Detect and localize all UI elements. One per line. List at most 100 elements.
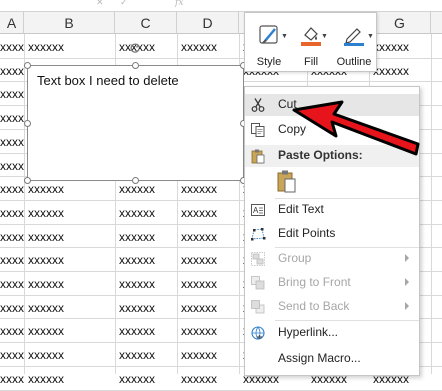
cell-value[interactable]: xxxxxx: [181, 40, 217, 54]
cell-value[interactable]: xxxxxx: [0, 64, 24, 78]
cell-value[interactable]: xxxxxx: [181, 230, 217, 244]
cell-value[interactable]: xxxxxx: [119, 206, 155, 220]
column-header-c[interactable]: C: [115, 12, 177, 34]
cell-value[interactable]: xxxxxx: [28, 40, 64, 54]
cell-value[interactable]: xxxxxx: [119, 230, 155, 244]
cell-value[interactable]: xxxxxx: [28, 277, 64, 291]
cell-value[interactable]: xxxxxx: [181, 277, 217, 291]
enter-icon[interactable]: ✓: [120, 0, 128, 8]
text-box[interactable]: Text box I need to delete: [27, 65, 244, 181]
submenu-arrow-icon: [405, 254, 409, 262]
copy-icon: [251, 123, 265, 137]
resize-handle[interactable]: [24, 62, 31, 69]
cell-value[interactable]: xxxxxx: [0, 324, 24, 338]
menu-item-group[interactable]: Group: [245, 248, 419, 270]
cell-value[interactable]: xxxxxx: [181, 301, 217, 315]
cancel-icon[interactable]: ✕: [96, 0, 104, 8]
group-icon: [251, 252, 265, 266]
cell-value[interactable]: xxxxxx: [181, 372, 217, 386]
menu-item-assign-macro[interactable]: Assign Macro...: [245, 348, 419, 370]
cell-value[interactable]: xxxxxx: [28, 253, 64, 267]
style-label: Style: [256, 56, 282, 68]
mini-toolbar: ▼ Style ▼ Fill ▼ Outline: [244, 12, 377, 72]
menu-item-send-to-back[interactable]: Send to Back: [245, 296, 419, 318]
column-header-d[interactable]: D: [177, 12, 239, 34]
cell-value[interactable]: xxxxxx: [119, 348, 155, 362]
rotate-handle-icon[interactable]: [129, 42, 141, 54]
cell-value[interactable]: xxxxxx: [0, 348, 24, 362]
clipboard-icon: [251, 149, 265, 164]
cell-value[interactable]: xxxxxx: [181, 206, 217, 220]
cell-value[interactable]: xxxxxx: [28, 301, 64, 315]
paste-clipboard-icon[interactable]: [275, 169, 299, 195]
cell-value[interactable]: xxxxxx: [28, 206, 64, 220]
cell-value[interactable]: xxxxxx: [0, 253, 24, 267]
cell-value[interactable]: xxxxxx: [0, 301, 24, 315]
cell-value[interactable]: xxxxxx: [0, 111, 24, 125]
cell-value[interactable]: xxxxxx: [119, 277, 155, 291]
formula-bar-controls: ✕ ✓ fx: [88, 0, 198, 10]
menu-item-bring-to-front[interactable]: Bring to Front: [245, 272, 419, 294]
cell-value[interactable]: xxxxxx: [119, 301, 155, 315]
fill-label: Fill: [303, 56, 319, 68]
resize-handle[interactable]: [24, 177, 31, 184]
function-icon[interactable]: fx: [175, 0, 183, 8]
menu-item-label: Edit Text: [278, 202, 324, 216]
menu-item-edit-text[interactable]: A Edit Text: [245, 199, 419, 221]
cell-value[interactable]: xxxxxx: [119, 253, 155, 267]
menu-item-label: Send to Back: [278, 299, 350, 313]
annotation-arrow: [292, 100, 420, 156]
style-button[interactable]: ▼ Style: [249, 19, 289, 71]
edit-text-icon: A: [251, 204, 265, 216]
menu-separator: [275, 320, 419, 321]
cell-value[interactable]: xxxxxx: [373, 64, 409, 78]
cell-value[interactable]: xxxxxx: [0, 206, 24, 220]
cell-value[interactable]: xxxxxx: [181, 348, 217, 362]
cell-value[interactable]: xxxxxx: [119, 372, 155, 386]
menu-item-hyperlink[interactable]: Hyperlink...: [245, 322, 419, 344]
cell-value[interactable]: xxxxxx: [0, 230, 24, 244]
cell-value[interactable]: xxxxxx: [28, 324, 64, 338]
menu-item-edit-points[interactable]: Edit Points: [245, 223, 419, 245]
submenu-arrow-icon: [405, 278, 409, 286]
cell-value[interactable]: xxxxxx: [373, 40, 409, 54]
menu-item-label: Hyperlink...: [278, 325, 339, 339]
cell-value[interactable]: xxxxxx: [0, 182, 24, 196]
cell-value[interactable]: xxxxxx: [28, 372, 64, 386]
chevron-down-icon: ▼: [321, 33, 328, 40]
column-header-h[interactable]: [431, 12, 442, 34]
send-to-back-icon: [251, 300, 265, 314]
formula-bar: ✕ ✓ fx: [0, 0, 442, 12]
column-header-b[interactable]: B: [24, 12, 115, 34]
menu-item-label: Edit Points: [278, 226, 336, 240]
text-box-content[interactable]: Text box I need to delete: [37, 73, 179, 88]
resize-handle[interactable]: [132, 62, 139, 69]
grid-column-line: [431, 34, 432, 374]
cell-value[interactable]: xxxxxx: [0, 87, 24, 101]
outline-button[interactable]: ▼ Outline: [333, 19, 375, 71]
cell-value[interactable]: xxxxxx: [0, 372, 24, 386]
menu-item-label: Bring to Front: [278, 275, 351, 289]
outline-label: Outline: [336, 56, 372, 68]
column-header-a[interactable]: A: [0, 12, 24, 34]
cell-value[interactable]: xxxxxx: [0, 277, 24, 291]
resize-handle[interactable]: [24, 120, 31, 127]
cell-value[interactable]: xxxxxx: [0, 159, 24, 173]
resize-handle[interactable]: [132, 177, 139, 184]
cell-value[interactable]: xxxxxx: [181, 253, 217, 267]
cell-value[interactable]: xxxxxx: [181, 324, 217, 338]
cell-value[interactable]: xxxxxx: [0, 40, 24, 54]
cell-value[interactable]: xxxxxx: [28, 230, 64, 244]
cell-value[interactable]: xxxxxx: [119, 324, 155, 338]
grid-column-line: [24, 34, 25, 374]
cell-value[interactable]: xxxxxx: [181, 182, 217, 196]
cell-value[interactable]: xxxxxx: [0, 135, 24, 149]
column-header-g[interactable]: G: [369, 12, 431, 34]
fill-color-swatch: [301, 42, 321, 46]
chevron-down-icon: ▼: [281, 33, 288, 40]
cell-value[interactable]: xxxxxx: [28, 182, 64, 196]
menu-item-label: Assign Macro...: [278, 351, 361, 365]
cell-value[interactable]: xxxxxx: [28, 348, 64, 362]
fill-button[interactable]: ▼ Fill: [293, 19, 329, 71]
cell-value[interactable]: xxxxxx: [119, 182, 155, 196]
